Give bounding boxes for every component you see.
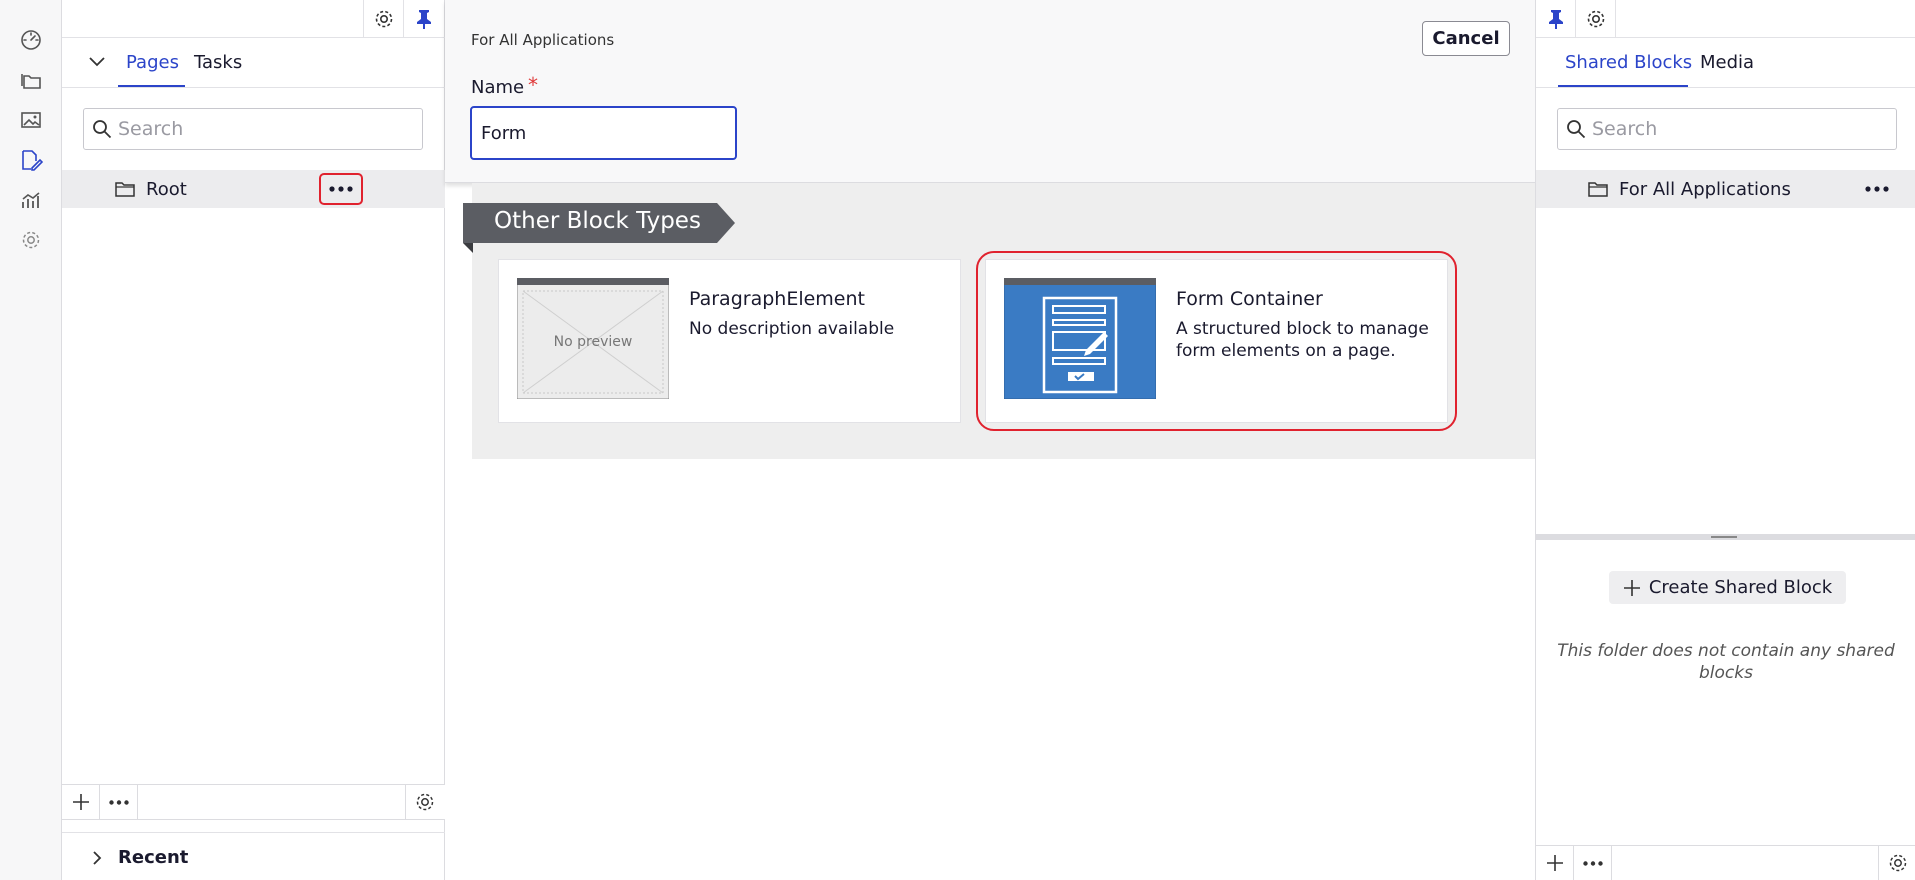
block-title: ParagraphElement bbox=[689, 288, 865, 310]
no-preview-thumbnail: No preview bbox=[517, 278, 669, 399]
nav-rail bbox=[0, 0, 62, 880]
footer-settings-button[interactable] bbox=[1878, 846, 1915, 880]
create-shared-block-button[interactable]: Create Shared Block bbox=[1609, 571, 1846, 604]
tree-item-root[interactable]: Root bbox=[62, 170, 445, 208]
folder-icon bbox=[1588, 182, 1608, 197]
panel-toolbar bbox=[62, 0, 445, 38]
name-field-label: Name bbox=[471, 77, 525, 98]
editor-header: For All Applications Cancel Name * bbox=[445, 0, 1535, 183]
folder-icon bbox=[115, 182, 135, 197]
folder-icon[interactable] bbox=[18, 67, 44, 93]
analytics-icon[interactable] bbox=[18, 187, 44, 213]
pages-search-box bbox=[83, 108, 423, 150]
create-shared-block-label: Create Shared Block bbox=[1648, 577, 1833, 598]
pin-icon[interactable] bbox=[403, 0, 443, 38]
chevron-right-icon bbox=[93, 851, 102, 865]
gear-icon[interactable] bbox=[363, 0, 403, 38]
more-options-icon bbox=[1865, 186, 1889, 192]
footer-more-button[interactable] bbox=[1574, 846, 1612, 880]
more-options-icon bbox=[108, 799, 129, 805]
image-icon[interactable] bbox=[18, 107, 44, 133]
shared-blocks-panel: Shared Blocks Media For All Applications… bbox=[1535, 0, 1915, 880]
pages-tab-bar: Pages Tasks bbox=[62, 38, 445, 88]
pages-panel: Pages Tasks Root Recent bbox=[62, 0, 445, 880]
root-more-options-button[interactable] bbox=[319, 173, 363, 205]
tree-item-label: Root bbox=[146, 178, 187, 200]
dashboard-icon[interactable] bbox=[18, 27, 44, 53]
shared-panel-footer-toolbar bbox=[1536, 845, 1915, 880]
add-shared-block-button[interactable] bbox=[1536, 846, 1574, 880]
gear-icon[interactable] bbox=[1576, 0, 1616, 38]
more-options-icon bbox=[1582, 860, 1603, 866]
plus-icon bbox=[1546, 855, 1563, 871]
pin-icon[interactable] bbox=[1536, 0, 1576, 38]
active-tab-indicator bbox=[118, 85, 185, 87]
panel-toolbar bbox=[1536, 0, 1915, 38]
required-marker: * bbox=[528, 73, 538, 97]
block-description: No description available bbox=[689, 319, 895, 339]
gear-icon bbox=[416, 793, 433, 811]
empty-folder-message: This folder does not contain any shared … bbox=[1557, 641, 1895, 683]
footer-more-button[interactable] bbox=[100, 785, 138, 819]
plus-icon bbox=[72, 794, 89, 810]
footer-settings-button[interactable] bbox=[405, 785, 443, 819]
shared-search-box bbox=[1557, 108, 1897, 150]
add-page-button[interactable] bbox=[62, 785, 100, 819]
tab-media[interactable]: Media bbox=[1700, 52, 1754, 73]
folder-more-options-button[interactable] bbox=[1857, 173, 1897, 205]
plus-icon bbox=[1623, 579, 1640, 596]
more-options-icon bbox=[329, 186, 353, 192]
edit-page-icon[interactable] bbox=[18, 147, 44, 173]
settings-icon[interactable] bbox=[18, 227, 44, 253]
gear-icon bbox=[1889, 854, 1906, 872]
breadcrumb: For All Applications bbox=[471, 31, 615, 49]
recent-section-toggle[interactable]: Recent bbox=[62, 832, 445, 880]
tree-item-label: For All Applications bbox=[1619, 178, 1791, 200]
search-icon bbox=[1567, 120, 1586, 139]
recent-section-label: Recent bbox=[118, 847, 189, 868]
selection-highlight bbox=[976, 251, 1457, 431]
cancel-button[interactable]: Cancel bbox=[1422, 21, 1510, 56]
tab-tasks[interactable]: Tasks bbox=[194, 52, 242, 73]
name-input[interactable] bbox=[470, 106, 737, 160]
editor-area: For All Applications Cancel Name * Other… bbox=[445, 0, 1535, 880]
chevron-down-icon[interactable] bbox=[88, 56, 106, 68]
panel-splitter[interactable] bbox=[1536, 534, 1915, 540]
active-tab-indicator bbox=[1558, 85, 1688, 87]
pages-panel-footer-toolbar bbox=[62, 784, 445, 820]
pages-search-input[interactable] bbox=[118, 118, 399, 140]
shared-search-input[interactable] bbox=[1592, 118, 1873, 140]
section-title: Other Block Types bbox=[494, 208, 701, 234]
no-preview-label: No preview bbox=[553, 334, 633, 350]
shared-tab-bar: Shared Blocks Media bbox=[1536, 38, 1915, 88]
tab-shared-blocks[interactable]: Shared Blocks bbox=[1565, 52, 1692, 73]
tab-pages[interactable]: Pages bbox=[126, 52, 179, 73]
search-icon bbox=[93, 120, 112, 139]
block-type-card[interactable]: No preview ParagraphElement No descripti… bbox=[498, 259, 961, 423]
